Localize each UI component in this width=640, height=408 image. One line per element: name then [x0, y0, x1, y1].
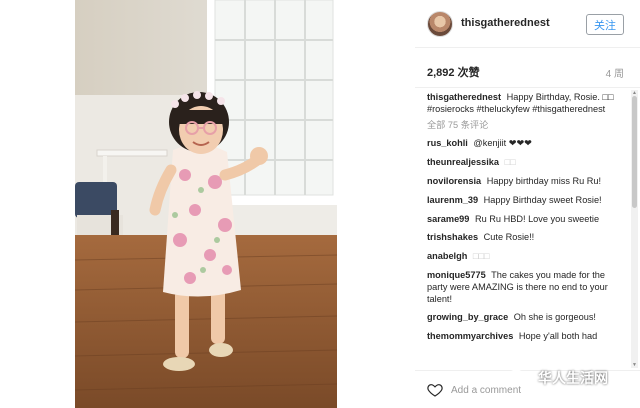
caption-username[interactable]: thisgatherednest: [427, 92, 501, 102]
comment-text: Ru Ru HBD! Love you sweetie: [474, 213, 600, 224]
comment-text: □□: [504, 157, 516, 168]
watermark-text: 华人生活网: [538, 371, 608, 387]
list-item: monique5775 The cakes you made for the p…: [427, 270, 627, 305]
comment-text: Happy birthday miss Ru Ru!: [486, 175, 602, 186]
avatar[interactable]: [427, 11, 453, 37]
post-photo: [75, 0, 337, 408]
list-item: trishshakes Cute Rosie!!: [427, 232, 627, 244]
wechat-logo-icon: [508, 369, 530, 387]
comment-username[interactable]: rus_kohli: [427, 138, 468, 148]
comment-username[interactable]: growing_by_grace: [427, 312, 508, 322]
comments-scrollbar[interactable]: ▲ ▼: [631, 90, 638, 368]
comment-username[interactable]: trishshakes: [427, 232, 478, 242]
comment-username[interactable]: novilorensia: [427, 176, 481, 186]
comment-text: □□□: [472, 251, 490, 262]
list-item: rus_kohli @kenjiit ❤❤❤: [427, 138, 627, 150]
post-header: thisgatherednest 关注: [415, 0, 640, 48]
comment-username[interactable]: monique5775: [427, 270, 486, 280]
list-item: anabelgh □□□: [427, 251, 627, 263]
comment-username[interactable]: anabelgh: [427, 251, 467, 261]
comments-list: thisgatherednest Happy Birthday, Rosie. …: [427, 92, 627, 370]
comment-text: Hope y'all both had: [518, 331, 598, 342]
list-item: growing_by_grace Oh she is gorgeous!: [427, 312, 627, 324]
comment-username[interactable]: theunrealjessika: [427, 157, 499, 167]
scroll-down-arrow-icon[interactable]: ▼: [631, 362, 638, 368]
author-username[interactable]: thisgatherednest: [461, 17, 550, 29]
list-item: themommyarchives Hope y'all both had: [427, 331, 627, 343]
scroll-thumb[interactable]: [632, 96, 637, 208]
comment-username[interactable]: themommyarchives: [427, 331, 513, 341]
caption: thisgatherednest Happy Birthday, Rosie. …: [427, 92, 627, 116]
watermark: 华人生活网: [508, 366, 608, 390]
comment-text: Happy Birthday sweet Rosie!: [483, 194, 602, 205]
comment-text: Oh she is gorgeous!: [513, 312, 596, 323]
comment-username[interactable]: laurenm_39: [427, 195, 478, 205]
see-all-comments-link[interactable]: 全部 75 条评论: [427, 120, 627, 132]
list-item: sarame99 Ru Ru HBD! Love you sweetie: [427, 214, 627, 226]
likes-count[interactable]: 2,892 次赞: [427, 64, 480, 80]
list-item: novilorensia Happy birthday miss Ru Ru!: [427, 176, 627, 188]
comment-text: Cute Rosie!!: [483, 232, 535, 243]
photo-illustration: [75, 0, 337, 408]
post-time[interactable]: 4 周: [606, 65, 624, 80]
list-item: laurenm_39 Happy Birthday sweet Rosie!: [427, 195, 627, 207]
list-item: theunrealjessika □□: [427, 157, 627, 169]
follow-button[interactable]: 关注: [586, 14, 624, 35]
comment-username[interactable]: sarame99: [427, 214, 469, 224]
heart-icon[interactable]: [427, 382, 443, 398]
comment-text: @kenjiit ❤❤❤: [473, 138, 532, 149]
post-stats: 2,892 次赞 4 周: [415, 48, 640, 88]
